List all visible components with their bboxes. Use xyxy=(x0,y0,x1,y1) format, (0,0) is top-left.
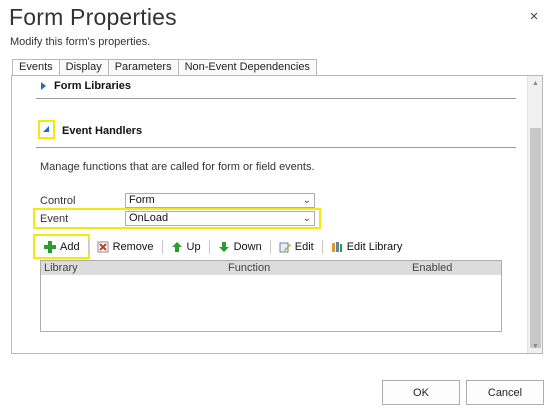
toolbar-separator xyxy=(208,240,210,254)
scroll-down-icon[interactable]: ▼ xyxy=(528,339,542,353)
chevron-down-icon: ⌄ xyxy=(302,213,311,224)
scroll-up-icon[interactable]: ▲ xyxy=(528,76,542,90)
toolbar-separator xyxy=(87,240,89,254)
edit-library-label: Edit Library xyxy=(346,241,403,253)
dialog-title: Form Properties xyxy=(9,4,177,30)
control-select-value: Form xyxy=(129,194,155,206)
divider xyxy=(36,147,516,148)
column-header-library[interactable]: Library xyxy=(44,262,78,274)
scrollbar-thumb[interactable] xyxy=(530,128,541,348)
toolbar-separator xyxy=(269,240,271,254)
plus-icon xyxy=(44,241,56,253)
dialog-subtitle: Modify this form's properties. xyxy=(10,36,151,48)
arrow-down-icon xyxy=(218,241,230,253)
add-button[interactable]: Add xyxy=(40,238,84,256)
vertical-scrollbar[interactable]: ▲ ▼ xyxy=(527,76,542,353)
handlers-grid[interactable]: Library Function Enabled xyxy=(40,260,502,332)
section-event-handlers[interactable]: Event Handlers xyxy=(62,125,537,137)
event-select-value: OnLoad xyxy=(129,212,169,224)
down-label: Down xyxy=(233,241,262,253)
control-label: Control xyxy=(40,195,76,207)
tab-non-event-dependencies[interactable]: Non-Event Dependencies xyxy=(177,59,317,76)
tab-strip: Events Display Parameters Non-Event Depe… xyxy=(12,59,317,77)
add-label: Add xyxy=(60,241,80,253)
library-icon xyxy=(331,241,343,253)
edit-icon xyxy=(279,241,291,253)
edit-label: Edit xyxy=(294,241,314,253)
event-label: Event xyxy=(40,213,69,225)
cancel-button[interactable]: Cancel xyxy=(466,380,544,405)
edit-library-button[interactable]: Edit Library xyxy=(327,238,407,256)
remove-label: Remove xyxy=(112,241,154,253)
arrow-up-icon xyxy=(171,241,183,253)
remove-icon xyxy=(97,241,109,253)
down-button[interactable]: Down xyxy=(214,238,266,256)
section-form-libraries[interactable]: Form Libraries xyxy=(54,80,529,92)
up-label: Up xyxy=(186,241,201,253)
ok-button[interactable]: OK xyxy=(382,380,460,405)
close-icon[interactable]: × xyxy=(526,8,542,25)
divider xyxy=(36,98,516,99)
expand-arrow-icon[interactable] xyxy=(41,82,46,90)
toolbar-separator xyxy=(321,240,323,254)
tab-parameters[interactable]: Parameters xyxy=(107,59,179,76)
remove-button[interactable]: Remove xyxy=(93,238,158,256)
dialog-footer: OK Cancel xyxy=(0,372,550,412)
column-header-function[interactable]: Function xyxy=(228,262,270,274)
column-header-enabled[interactable]: Enabled xyxy=(412,262,452,274)
edit-button[interactable]: Edit xyxy=(275,238,318,256)
tab-display[interactable]: Display xyxy=(58,59,109,76)
control-select[interactable]: Form ⌄ xyxy=(125,193,315,208)
event-select[interactable]: OnLoad ⌄ xyxy=(125,211,315,226)
event-handlers-description: Manage functions that are called for for… xyxy=(40,161,315,173)
toolbar-separator xyxy=(161,240,163,254)
handler-toolbar: Add Remove Up Down Edit Edit Library xyxy=(40,238,406,256)
events-panel: Form Libraries Event Handlers Manage fun… xyxy=(11,75,543,354)
chevron-down-icon: ⌄ xyxy=(302,195,311,206)
up-button[interactable]: Up xyxy=(167,238,205,256)
grid-header: Library Function Enabled xyxy=(41,261,501,275)
collapse-arrow-icon[interactable] xyxy=(43,126,49,132)
